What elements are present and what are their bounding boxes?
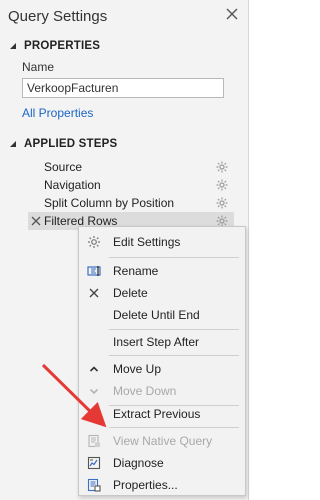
gear-icon[interactable] bbox=[216, 197, 228, 209]
menu-item-label: Move Down bbox=[113, 384, 177, 398]
panel-title: Query Settings bbox=[8, 8, 108, 25]
step-split-column[interactable]: Split Column by Position bbox=[28, 194, 234, 212]
step-source[interactable]: Source bbox=[28, 158, 234, 176]
menu-item-label: Extract Previous bbox=[113, 407, 201, 421]
menu-item-edit-settings[interactable]: Edit Settings bbox=[79, 231, 245, 253]
menu-item-rename[interactable]: Rename bbox=[79, 260, 245, 282]
name-label: Name bbox=[22, 60, 55, 74]
menu-item-properties[interactable]: Properties... bbox=[79, 474, 245, 496]
menu-item-label: Delete Until End bbox=[113, 308, 200, 322]
menu-separator bbox=[109, 427, 239, 428]
properties-header[interactable]: PROPERTIES bbox=[8, 40, 100, 52]
menu-item-delete[interactable]: Delete bbox=[79, 282, 245, 304]
menu-item-label: Move Up bbox=[113, 362, 162, 376]
menu-item-insert-step-after[interactable]: Insert Step After bbox=[79, 331, 245, 353]
diagnose-icon bbox=[87, 456, 101, 470]
close-icon bbox=[89, 288, 99, 298]
properties-icon bbox=[87, 478, 101, 492]
all-properties-link[interactable]: All Properties bbox=[22, 106, 93, 120]
gear-icon[interactable] bbox=[216, 179, 228, 191]
gear-icon[interactable] bbox=[216, 161, 228, 173]
menu-item-label: Insert Step After bbox=[113, 335, 200, 349]
step-context-menu: Edit Settings Rename Delete Delete Until… bbox=[78, 226, 246, 496]
step-label: Source bbox=[44, 160, 83, 174]
collapse-triangle-icon[interactable] bbox=[8, 41, 18, 51]
delete-step-icon[interactable] bbox=[30, 215, 42, 227]
menu-item-move-up[interactable]: Move Up bbox=[79, 358, 245, 380]
chevron-down-icon bbox=[89, 388, 99, 395]
menu-separator bbox=[109, 329, 239, 330]
chevron-up-icon bbox=[89, 366, 99, 372]
menu-item-label: Diagnose bbox=[113, 456, 164, 470]
properties-header-label: PROPERTIES bbox=[24, 40, 101, 52]
close-icon[interactable] bbox=[224, 6, 240, 22]
gear-icon bbox=[88, 236, 100, 248]
collapse-triangle-icon[interactable] bbox=[8, 139, 18, 149]
step-label: Split Column by Position bbox=[44, 196, 175, 210]
menu-item-move-down: Move Down bbox=[79, 380, 245, 402]
applied-steps-header-label: APPLIED STEPS bbox=[24, 138, 118, 150]
menu-item-label: Delete bbox=[113, 286, 148, 300]
menu-separator bbox=[109, 257, 239, 258]
name-field[interactable] bbox=[22, 78, 224, 98]
applied-steps-header[interactable]: APPLIED STEPS bbox=[8, 138, 117, 150]
menu-item-delete-until-end[interactable]: Delete Until End bbox=[79, 304, 245, 326]
menu-item-view-native-query: View Native Query bbox=[79, 430, 245, 452]
menu-item-extract-previous[interactable]: Extract Previous bbox=[79, 403, 245, 425]
applied-steps-list: Source Navigation Split Column by Positi… bbox=[28, 158, 234, 230]
menu-item-diagnose[interactable]: Diagnose bbox=[79, 452, 245, 474]
menu-item-label: View Native Query bbox=[113, 434, 213, 448]
native-query-icon bbox=[88, 434, 100, 448]
rename-icon bbox=[87, 266, 101, 276]
menu-item-label: Edit Settings bbox=[113, 235, 181, 249]
step-navigation[interactable]: Navigation bbox=[28, 176, 234, 194]
menu-separator bbox=[109, 355, 239, 356]
step-label: Navigation bbox=[44, 178, 101, 192]
menu-item-label: Rename bbox=[113, 264, 159, 278]
menu-item-label: Properties... bbox=[113, 478, 178, 492]
